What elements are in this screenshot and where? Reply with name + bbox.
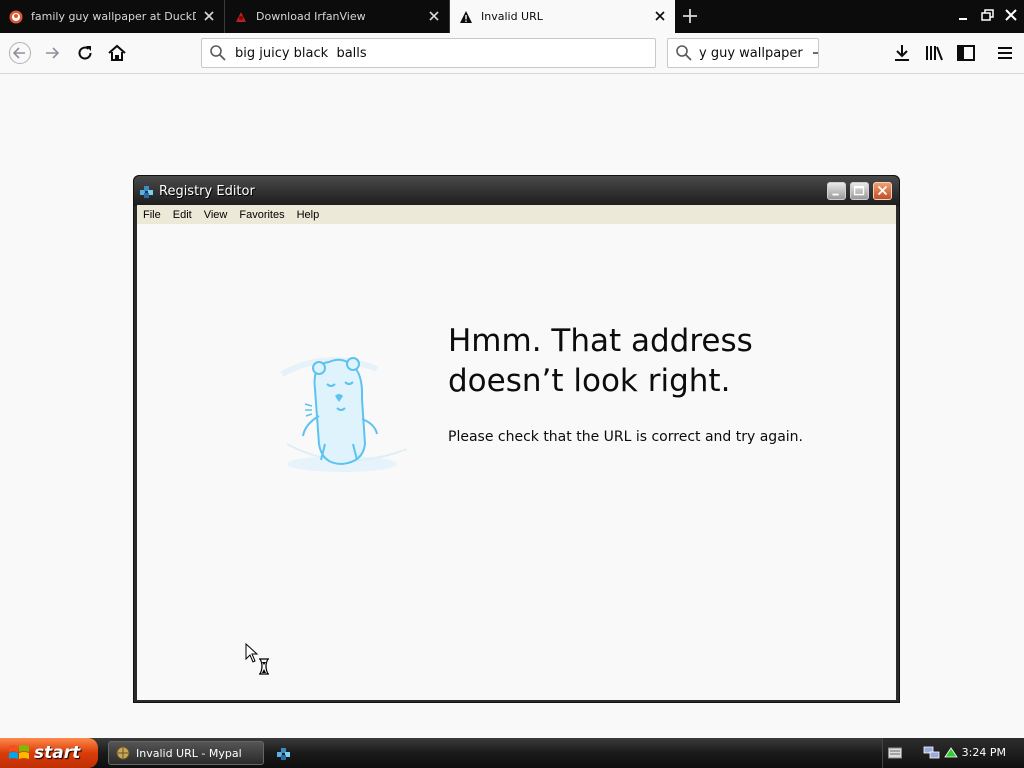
- tab-invalid-url[interactable]: Invalid URL: [450, 0, 675, 33]
- library-icon[interactable]: [923, 42, 945, 64]
- go-arrow-icon[interactable]: [811, 44, 819, 62]
- clock[interactable]: 3:24 PM: [962, 746, 1006, 759]
- menu-file[interactable]: File: [143, 209, 161, 221]
- close-icon: [877, 185, 888, 196]
- tab-title: family guy wallpaper at DuckDuckGo: [31, 10, 196, 23]
- minimize-button[interactable]: [827, 182, 846, 200]
- forward-arrow-icon[interactable]: [42, 42, 64, 64]
- address-bar-text: big juicy black balls: [235, 45, 367, 61]
- window-title: Registry Editor: [159, 184, 255, 199]
- irfanview-icon: [236, 11, 246, 22]
- start-label: start: [34, 743, 81, 763]
- search-bar-text: y guy wallpaper: [699, 45, 803, 61]
- restore-window-icon[interactable]: [976, 4, 998, 26]
- address-bar[interactable]: big juicy black balls: [201, 38, 656, 68]
- network-icon[interactable]: [923, 745, 941, 761]
- menu-help[interactable]: Help: [297, 209, 320, 221]
- start-button[interactable]: start: [0, 738, 98, 768]
- close-button[interactable]: [873, 182, 892, 200]
- safely-remove-icon[interactable]: [943, 745, 959, 761]
- mypal-icon: [116, 746, 130, 760]
- close-window-icon[interactable]: [1000, 4, 1022, 26]
- regedit-taskbar-icon[interactable]: [276, 745, 292, 761]
- search-icon: [676, 45, 692, 61]
- back-arrow-icon[interactable]: [9, 42, 31, 64]
- duckduckgo-icon: [9, 10, 23, 23]
- maximize-button[interactable]: [850, 182, 869, 200]
- registry-editor-window: Registry Editor File Edit View Favorites…: [133, 175, 900, 703]
- close-tab-icon[interactable]: [202, 9, 216, 23]
- maximize-icon: [853, 185, 865, 196]
- minimize-icon: [832, 193, 839, 196]
- error-title-line-1: Hmm. That address: [448, 323, 753, 359]
- sidebar-toggle-icon[interactable]: [955, 42, 977, 64]
- tab-strip: family guy wallpaper at DuckDuckGo Downl…: [0, 0, 1024, 33]
- menu-bar: File Edit View Favorites Help: [137, 205, 896, 224]
- system-tray: 3:24 PM: [882, 738, 1024, 768]
- menu-favorites[interactable]: Favorites: [239, 209, 284, 221]
- minimize-window-icon[interactable]: [952, 4, 974, 26]
- hamburger-menu-icon[interactable]: [994, 42, 1016, 64]
- error-title: Hmm. That address doesn’t look right.: [448, 321, 848, 401]
- error-page-content: Hmm. That address doesn’t look right. Pl…: [137, 224, 896, 700]
- navigation-toolbar: big juicy black balls y guy wallpaper: [0, 33, 1024, 74]
- search-icon: [210, 45, 226, 61]
- menu-view[interactable]: View: [204, 209, 228, 221]
- window-titlebar[interactable]: Registry Editor: [134, 176, 899, 206]
- regedit-icon: [140, 186, 153, 198]
- error-mascot-illustration: [280, 357, 408, 472]
- keyboard-icon[interactable]: [888, 747, 902, 759]
- downloads-icon[interactable]: [891, 42, 913, 64]
- close-tab-icon[interactable]: [427, 9, 441, 23]
- error-title-line-2: doesn’t look right.: [448, 363, 731, 399]
- new-tab-plus-icon[interactable]: [680, 6, 700, 26]
- close-tab-icon[interactable]: [653, 9, 667, 23]
- tab-duckduckgo[interactable]: family guy wallpaper at DuckDuckGo: [0, 0, 225, 33]
- warning-icon: [460, 10, 472, 23]
- error-description: Please check that the URL is correct and…: [448, 429, 803, 445]
- tab-title: Download IrfanView: [256, 10, 366, 23]
- home-icon[interactable]: [106, 42, 128, 64]
- search-bar[interactable]: y guy wallpaper: [667, 38, 819, 68]
- taskbar-item-mypal[interactable]: Invalid URL - Mypal: [108, 741, 264, 765]
- reload-icon[interactable]: [74, 42, 96, 64]
- menu-edit[interactable]: Edit: [173, 209, 192, 221]
- tab-title: Invalid URL: [481, 10, 543, 23]
- tab-irfanview[interactable]: Download IrfanView: [225, 0, 450, 33]
- windows-logo-icon: [9, 745, 29, 759]
- taskbar: start Invalid URL - Mypal 3:24 PM: [0, 738, 1024, 768]
- busy-cursor-icon: [245, 643, 269, 675]
- taskbar-item-label: Invalid URL - Mypal: [136, 746, 242, 760]
